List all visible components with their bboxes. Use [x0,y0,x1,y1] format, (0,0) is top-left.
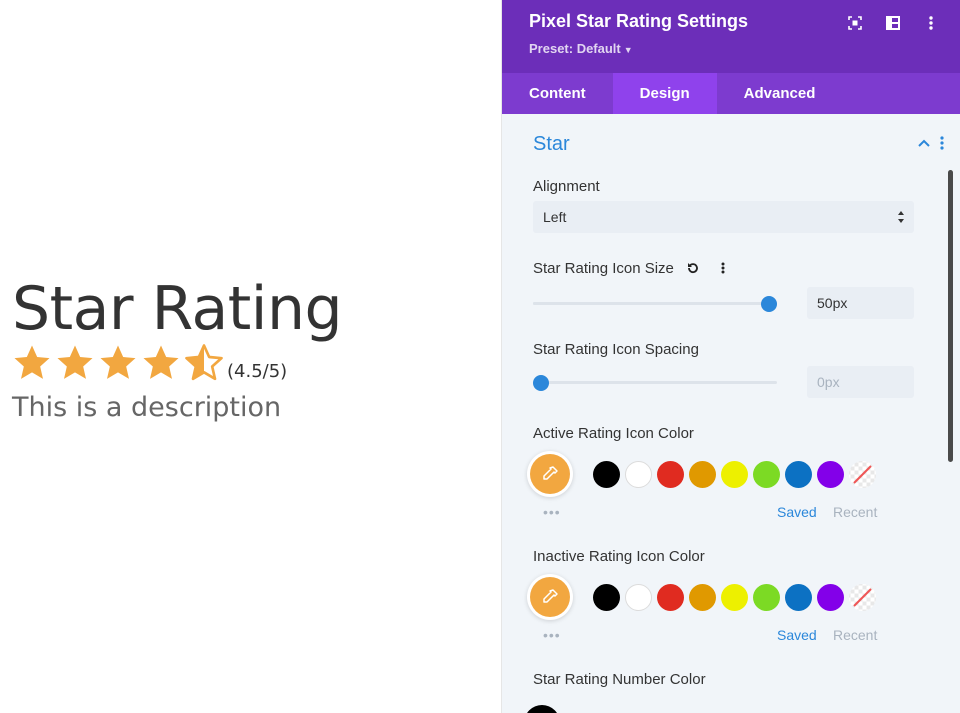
icon-size-slider-track[interactable] [533,296,777,312]
color-picker-button[interactable] [527,451,573,497]
star-rating-description: This is a description [12,392,282,423]
icon-spacing-slider-track[interactable] [533,375,777,391]
no-color-icon [853,588,872,607]
rating-number: (4.5/5) [227,361,288,382]
picker-swatch [530,577,570,617]
icon-size-field: Star Rating Icon Size 50px [533,257,914,319]
swatch-green[interactable] [753,584,780,611]
alignment-field: Alignment Left [533,178,914,233]
swatch-blue[interactable] [785,584,812,611]
split-view-icon[interactable] [884,14,902,32]
section-more-icon[interactable] [940,136,944,150]
inactive-color-label: Inactive Rating Icon Color [533,548,705,565]
swatch-none[interactable] [849,461,876,488]
star-full-icon [100,345,136,379]
section-star-header[interactable]: Star [533,114,944,176]
chevron-up-icon[interactable] [918,139,930,147]
more-swatches-icon[interactable]: ••• [543,505,561,519]
icon-spacing-slider-thumb[interactable] [533,375,549,391]
tab-design[interactable]: Design [612,73,717,114]
star-rating-stars: (4.5/5) [12,343,287,383]
field-more-icon[interactable] [711,257,734,279]
active-color-field: Active Rating Icon Color ••• Saved Recen… [527,425,914,520]
icon-size-slider-row: 50px [533,287,914,319]
panel-scrollbar[interactable] [948,170,953,462]
focus-icon[interactable] [846,14,864,32]
swatch-orange[interactable] [689,461,716,488]
inactive-color-row: ••• Saved Recent [527,574,914,643]
swatch-white[interactable] [625,584,652,611]
color-picker-button[interactable] [527,574,573,620]
settings-panel: Pixel Star Rating Settings Preset: Defau… [501,0,960,713]
preset-label: Preset: Default [529,41,621,56]
swatch-red[interactable] [657,461,684,488]
icon-spacing-label: Star Rating Icon Spacing [533,341,699,358]
saved-colors-tab[interactable]: Saved [777,627,817,643]
select-arrows-icon [898,211,904,223]
icon-size-label: Star Rating Icon Size [533,259,674,277]
recent-colors-tab[interactable]: Recent [833,504,877,520]
picker-swatch [530,454,570,494]
star-rating-title: Star Rating [12,274,343,344]
panel-header: Pixel Star Rating Settings Preset: Defau… [502,0,960,73]
no-color-icon [853,465,872,484]
number-color-field: Star Rating Number Color [533,671,914,688]
tab-advanced[interactable]: Advanced [717,73,843,114]
alignment-select[interactable]: Left [533,201,914,233]
settings-tabs: Content Design Advanced [502,73,960,114]
swatch-black[interactable] [593,461,620,488]
icon-size-slider-fill [533,302,770,305]
active-color-label: Active Rating Icon Color [533,425,694,442]
tab-content[interactable]: Content [502,73,613,114]
swatch-black[interactable] [593,584,620,611]
section-title: Star [533,133,570,155]
alignment-label: Alignment [533,178,600,195]
eyedropper-icon [543,466,558,480]
recent-colors-tab[interactable]: Recent [833,627,877,643]
more-swatches-icon[interactable]: ••• [543,628,561,642]
swatch-yellow[interactable] [721,584,748,611]
swatch-green[interactable] [753,461,780,488]
icon-spacing-slider-row: 0px [533,366,914,398]
panel-title: Pixel Star Rating Settings [529,11,749,31]
swatch-purple[interactable] [817,461,844,488]
swatch-purple[interactable] [817,584,844,611]
icon-spacing-input[interactable]: 0px [807,366,914,398]
preset-dropdown[interactable]: Preset: Default ▼ [529,41,633,56]
caret-down-icon: ▼ [623,45,633,55]
swatch-orange[interactable] [689,584,716,611]
saved-colors-tab[interactable]: Saved [777,504,817,520]
icon-size-slider-thumb[interactable] [761,296,777,312]
icon-spacing-field: Star Rating Icon Spacing 0px [533,341,914,398]
swatch-red[interactable] [657,584,684,611]
inactive-color-field: Inactive Rating Icon Color ••• Saved Rec… [527,548,914,643]
swatch-yellow[interactable] [721,461,748,488]
star-full-icon [14,345,50,379]
more-vertical-icon[interactable] [922,14,940,32]
preview-area: Star Rating (4.5/5) This is a descriptio… [0,0,501,713]
star-full-icon [57,345,93,379]
alignment-value: Left [543,209,567,225]
eyedropper-icon [543,589,558,603]
star-full-icon [143,345,179,379]
active-color-row: ••• Saved Recent [527,451,914,520]
swatch-none[interactable] [849,584,876,611]
number-color-label: Star Rating Number Color [533,671,706,688]
icon-size-input[interactable]: 50px [807,287,914,319]
reset-icon[interactable] [681,257,704,279]
swatch-blue[interactable] [785,461,812,488]
star-half-icon [185,344,223,381]
swatch-white[interactable] [625,461,652,488]
